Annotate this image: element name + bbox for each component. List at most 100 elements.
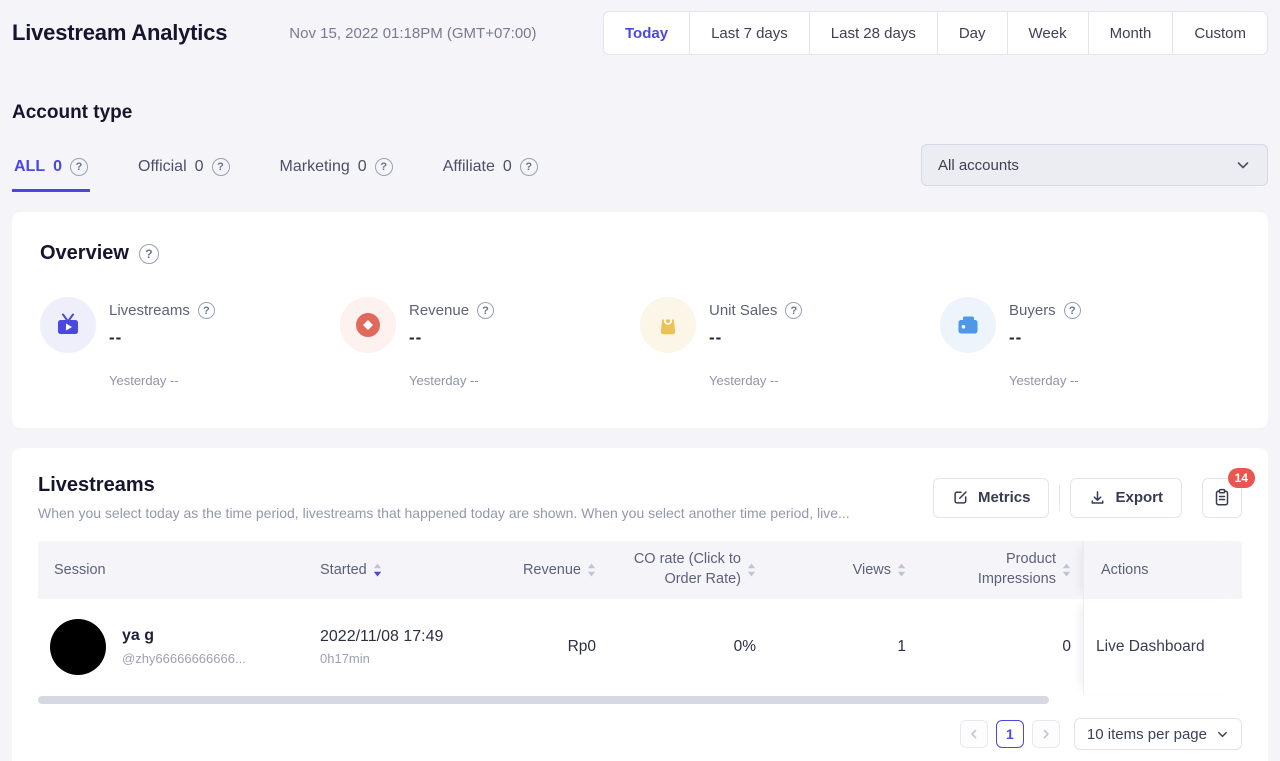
help-icon[interactable]: ? [139,244,159,264]
prev-page-button[interactable] [960,720,988,748]
tab-affiliate-count: 0 [503,158,512,176]
current-page-button[interactable]: 1 [996,720,1024,748]
actions-cell: Live Dashboard [1083,599,1242,694]
period-week-button[interactable]: Week [1007,11,1089,55]
period-today-button[interactable]: Today [603,11,690,55]
metric-yesterday: Yesterday -- [409,373,640,388]
metric-value: -- [1009,328,1081,348]
clipboard-badge: 14 [1228,468,1255,488]
chevron-down-icon [1216,728,1229,741]
record-coin-icon [340,297,396,353]
metric-value: -- [409,328,494,348]
period-day-button[interactable]: Day [937,11,1008,55]
metric-livestreams: Livestreams ? -- Yesterday -- [40,297,340,388]
product-impressions-cell: 0 [918,599,1083,694]
metric-buyers: Buyers ? -- Yesterday -- [940,297,1240,388]
streamer-name: ya g [122,627,246,645]
help-icon[interactable]: ? [198,302,215,319]
tab-marketing-count: 0 [358,158,367,176]
co-rate-cell: 0% [608,599,768,694]
period-month-button[interactable]: Month [1088,11,1174,55]
wallet-icon [940,297,996,353]
horizontal-scrollbar [38,696,1242,704]
sort-icon [587,563,596,577]
chevron-left-icon [968,728,980,740]
help-icon[interactable]: ? [1064,302,1081,319]
metric-unit-sales: Unit Sales ? -- Yesterday -- [640,297,940,388]
scrollbar-thumb[interactable] [38,696,1049,704]
table-row: ya g @zhy66666666666... 2022/11/08 17:49… [38,599,1242,694]
tab-official[interactable]: Official 0 ? [136,148,232,192]
sort-icon [897,563,906,577]
table-header-row: Session Started Revenue CO rate (Click t… [38,541,1242,599]
livestreams-description: When you select today as the time period… [38,505,850,521]
period-last-7-days-button[interactable]: Last 7 days [689,11,810,55]
period-last-28-days-button[interactable]: Last 28 days [809,11,938,55]
account-type-section: Account type ALL 0 ? Official 0 ? Market… [0,102,1280,192]
column-header-co-rate[interactable]: CO rate (Click to Order Rate) [608,541,768,599]
account-filter-value: All accounts [938,157,1019,174]
tab-official-count: 0 [195,158,204,176]
column-header-started[interactable]: Started [308,541,498,599]
edit-square-icon [952,489,969,506]
column-header-product-impressions[interactable]: Product Impressions [918,541,1083,599]
metric-value: -- [109,328,215,348]
livestreams-card: Livestreams When you select today as the… [12,448,1268,761]
metric-label: Livestreams [109,302,190,319]
metric-label: Revenue [409,302,469,319]
help-icon[interactable]: ? [477,302,494,319]
page-title: Livestream Analytics [12,20,227,46]
column-header-revenue[interactable]: Revenue [498,541,608,599]
help-icon[interactable]: ? [70,158,88,176]
column-header-actions: Actions [1083,541,1242,599]
metrics-button[interactable]: Metrics [933,478,1050,518]
help-icon[interactable]: ? [785,302,802,319]
livestreams-heading: Livestreams [38,474,850,497]
account-filter-select[interactable]: All accounts [921,144,1268,186]
account-type-tabs: ALL 0 ? Official 0 ? Marketing 0 ? Affil… [12,148,1268,192]
tab-official-label: Official [138,158,187,176]
tab-all-count: 0 [53,158,62,176]
live-dashboard-link[interactable]: Live Dashboard [1096,638,1205,656]
session-cell: ya g @zhy66666666666... [38,599,308,694]
metric-yesterday: Yesterday -- [709,373,940,388]
help-icon[interactable]: ? [212,158,230,176]
time-period-segmented-control: Today Last 7 days Last 28 days Day Week … [603,11,1268,55]
column-header-views[interactable]: Views [768,541,918,599]
tv-icon [40,297,96,353]
pagination: 1 10 items per page [38,718,1242,750]
tab-marketing-label: Marketing [280,158,350,176]
chevron-right-icon [1040,728,1052,740]
metric-yesterday: Yesterday -- [1009,373,1240,388]
metric-yesterday: Yesterday -- [109,373,340,388]
account-type-heading: Account type [12,102,1268,124]
streamer-handle[interactable]: @zhy66666666666... [122,651,246,666]
metric-revenue: Revenue ? -- Yesterday -- [340,297,640,388]
tab-all-label: ALL [14,158,45,176]
started-datetime: 2022/11/08 17:49 [320,628,443,646]
revenue-cell: Rp0 [498,599,608,694]
views-cell: 1 [768,599,918,694]
sort-icon [747,563,756,577]
page-size-value: 10 items per page [1087,726,1207,743]
download-icon [1089,489,1106,506]
toolbar-divider [1059,485,1060,511]
overview-card: Overview ? Livestreams ? -- [12,212,1268,428]
shopping-bag-icon [640,297,696,353]
chevron-down-icon [1235,157,1251,173]
help-icon[interactable]: ? [520,158,538,176]
next-page-button[interactable] [1032,720,1060,748]
metric-label: Buyers [1009,302,1056,319]
export-button[interactable]: Export [1070,478,1182,518]
period-custom-button[interactable]: Custom [1172,11,1268,55]
metric-label: Unit Sales [709,302,777,319]
page-size-select[interactable]: 10 items per page [1074,718,1242,750]
tab-affiliate-label: Affiliate [443,158,495,176]
started-cell: 2022/11/08 17:49 0h17min [308,599,498,694]
tab-affiliate[interactable]: Affiliate 0 ? [441,148,540,192]
help-icon[interactable]: ? [375,158,393,176]
tab-marketing[interactable]: Marketing 0 ? [278,148,395,192]
avatar [50,619,106,675]
clipboard-icon [1213,488,1231,507]
tab-all[interactable]: ALL 0 ? [12,148,90,192]
